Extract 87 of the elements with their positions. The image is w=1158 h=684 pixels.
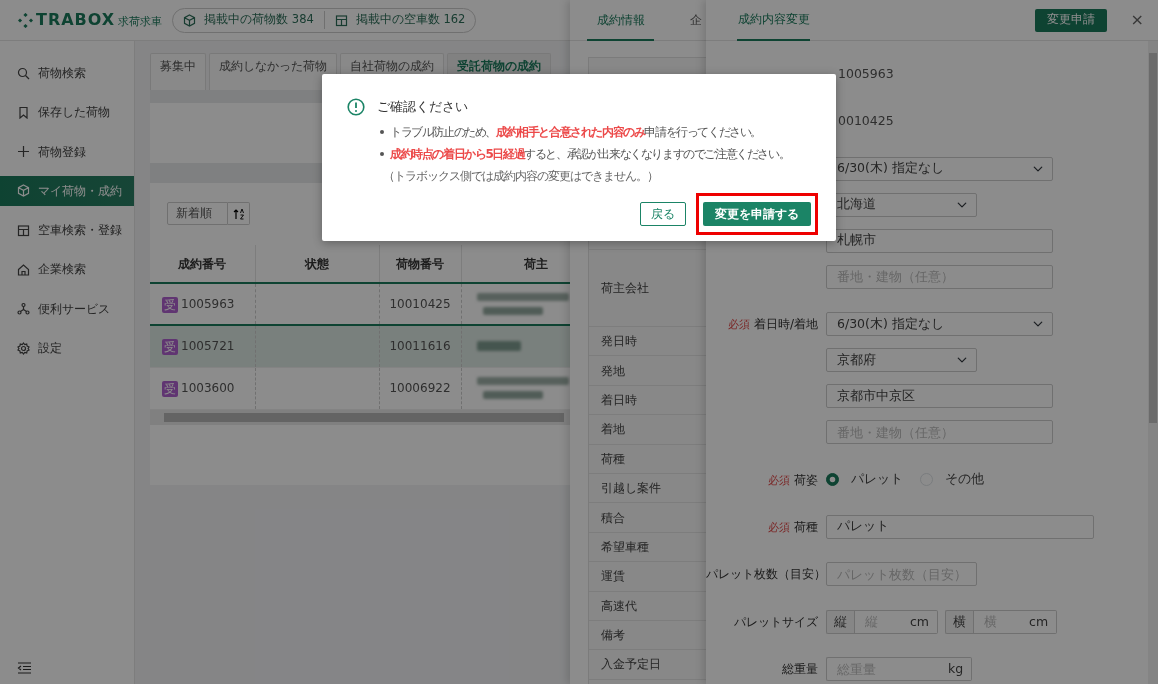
dialog-text: 成約時点の着日から5日経過すると、承認が出来なくなりますのでご注意ください。 <box>390 145 790 163</box>
cargo-type-field[interactable]: パレット <box>826 514 1094 539</box>
search-icon <box>17 66 30 80</box>
field-label: 引越し案件 <box>601 480 661 498</box>
bullet-icon <box>380 129 384 134</box>
back-button[interactable]: 戻る <box>640 201 686 226</box>
bookmark-icon <box>17 105 30 119</box>
sidebar-item[interactable]: 企業検索 <box>0 254 134 285</box>
sort-icon <box>232 207 245 220</box>
bullet-icon <box>380 151 384 156</box>
field-label: 積合 <box>601 509 625 527</box>
sidebar-item[interactable]: 保存した荷物 <box>0 97 134 128</box>
prefecture-select[interactable]: 京都府 <box>826 348 977 373</box>
field-prefix: 横 <box>945 609 974 634</box>
dialog-text: トラブル防止のため、成約相手と合意された内容のみ申請を行ってください。 <box>390 123 762 141</box>
house-icon <box>17 263 30 276</box>
logo-subtitle: 求荷求車 <box>118 13 163 30</box>
sidebar-item[interactable]: 設定 <box>0 333 134 364</box>
apply-change-button[interactable]: 変更を申請する <box>703 201 811 226</box>
field-label: 発地 <box>601 362 625 380</box>
table-cell: 10006922 <box>389 381 451 395</box>
city-field[interactable]: 京都市中京区 <box>826 384 1053 409</box>
collapse-menu-icon <box>17 662 32 674</box>
cube-icon <box>183 13 197 27</box>
status-tag: 受 <box>162 338 178 355</box>
field-label: 荷種 <box>601 450 625 468</box>
logo-text: TRABOX <box>36 9 116 31</box>
status-tag: 受 <box>162 380 178 397</box>
table-row[interactable]: 受 1005721 10011616 <box>150 325 570 367</box>
sidebar-item[interactable]: 荷物検索 <box>0 58 134 88</box>
table-cell: 1005721 <box>181 339 235 354</box>
tab[interactable]: 成約情報 <box>587 0 654 41</box>
sidebar-item[interactable]: 便利サービス <box>0 293 134 324</box>
radio-label[interactable]: パレット <box>851 470 903 489</box>
close-button[interactable]: × <box>1130 12 1144 28</box>
sidebar-item[interactable]: 空車検索・登録 <box>0 215 134 246</box>
field-label: 発日時 <box>601 333 637 351</box>
tab[interactable]: 募集中 <box>150 53 206 90</box>
gear-icon <box>17 341 30 355</box>
table-cell: 1005963 <box>181 297 235 311</box>
cube-icon <box>17 184 30 198</box>
field-label: 総重量 <box>782 662 818 677</box>
alert-icon <box>347 98 365 117</box>
field-label: パレット枚数（目安） <box>706 567 826 582</box>
table-cell: 10011616 <box>389 339 451 354</box>
field-label: 必須 荷姿 <box>768 472 818 487</box>
sidebar-item[interactable]: 荷物登録 <box>0 136 134 167</box>
field-value: 0010425 <box>837 112 894 130</box>
column-header: 荷物番号 <box>379 245 461 283</box>
dialog-note: （トラボックス側では成約内容の変更はできません。） <box>383 167 659 185</box>
field-value: 1005963 <box>837 64 894 83</box>
tab[interactable]: 企 <box>690 0 702 41</box>
field-label: パレットサイズ <box>734 614 818 629</box>
sort-button[interactable] <box>228 202 250 225</box>
status-tag: 受 <box>162 296 178 313</box>
column-header: 状態 <box>255 245 379 283</box>
plus-icon <box>17 145 30 159</box>
tab[interactable]: 成約しなかった荷物 <box>209 53 337 90</box>
field-label: 着日時 <box>601 391 637 409</box>
dialog-title: ご確認ください <box>377 98 468 116</box>
stat-label: 掲載中の荷物数 384 <box>204 11 314 29</box>
sidebar-item[interactable]: マイ荷物・成約 <box>0 175 134 206</box>
field-prefix: 縦 <box>826 609 854 634</box>
radio-label[interactable]: その他 <box>945 470 984 489</box>
radio-button[interactable] <box>826 473 839 487</box>
table-cell: 10010425 <box>389 297 451 311</box>
network-icon <box>17 302 30 316</box>
field-label: 入金予定日 <box>601 656 661 674</box>
blurred-text <box>476 341 521 352</box>
logo-icon <box>18 12 33 28</box>
field-label: 高速代 <box>601 597 637 615</box>
submit-button[interactable]: 変更申請 <box>1034 8 1107 32</box>
city-field[interactable]: 札幌市 <box>826 228 1053 253</box>
column-header: 成約番号 <box>150 245 255 283</box>
field-label: 備考 <box>601 627 625 645</box>
field-label: 必須 着日時/着地 <box>727 317 818 332</box>
scrollbar[interactable] <box>1148 41 1158 684</box>
field-label: 希望車種 <box>601 538 649 556</box>
stat-label: 掲載中の空車数 162 <box>355 11 466 29</box>
sort-select[interactable]: 新着順 <box>167 202 228 225</box>
tab[interactable]: 成約内容変更 <box>737 0 810 41</box>
field-label: 運賃 <box>601 568 625 586</box>
date-select[interactable]: 6/30(木) 指定なし <box>826 312 1053 337</box>
table-cell: 1003600 <box>181 381 235 395</box>
field-label: 着地 <box>601 421 625 439</box>
field-label: 荷主会社 <box>601 280 649 297</box>
field-label: 必須 荷種 <box>768 519 818 534</box>
